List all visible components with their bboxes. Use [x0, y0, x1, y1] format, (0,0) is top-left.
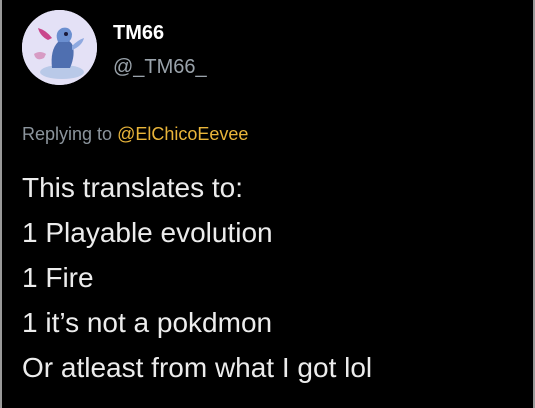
tweet-text: This translates to: 1 Playable evolution… [22, 165, 522, 390]
tweet-text-line: 1 Fire [22, 262, 94, 293]
tweet-text-line: This translates to: [22, 172, 243, 203]
tweet: TM66 @_TM66_ Replying to @ElChicoEevee T… [0, 0, 535, 408]
tweet-text-line: 1 it’s not a pokdmon [22, 307, 273, 338]
tweet-text-line: Or atleast from what I got lol [22, 352, 373, 383]
tweet-text-line: 1 Playable evolution [22, 217, 273, 248]
reply-mention-link[interactable]: @ElChicoEevee [117, 124, 248, 144]
user-handle[interactable]: @_TM66_ [113, 56, 207, 79]
replying-prefix: Replying to [22, 124, 113, 144]
display-name[interactable]: TM66 [113, 22, 164, 45]
avatar[interactable] [22, 10, 97, 85]
replying-to-line: Replying to @ElChicoEevee [22, 124, 248, 145]
avatar-artwork-icon [22, 10, 97, 85]
